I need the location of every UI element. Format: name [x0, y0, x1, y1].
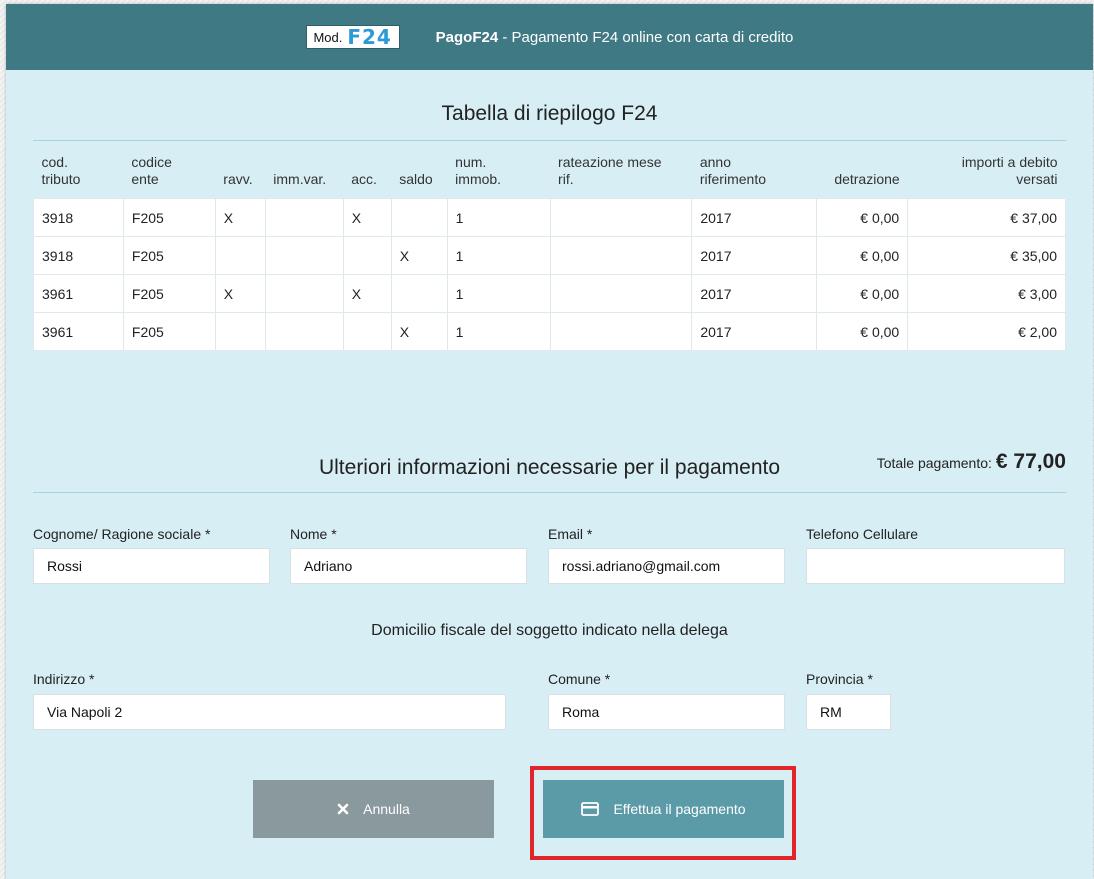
cell-codice-ente: F205 — [122, 312, 216, 351]
col-saldo: saldo — [399, 171, 433, 187]
col-importi: importi a debito versati — [961, 154, 1058, 187]
telefono-field[interactable] — [806, 548, 1065, 584]
cell-codice-ente: F205 — [122, 274, 216, 313]
cell-num-immob: 1 — [446, 312, 551, 351]
col-cod-tributo: cod. tributo — [41, 154, 81, 187]
cell-codice-ente: F205 — [122, 198, 216, 237]
cell-imm-var — [264, 312, 344, 351]
cell-saldo: X — [390, 236, 448, 275]
cell-cod-tributo: 3961 — [33, 274, 124, 313]
cell-rateazione — [549, 312, 693, 351]
payment-card: Mod. F24 PagoF24 - Pagamento F24 online … — [6, 4, 1093, 879]
domicilio-title: Domicilio fiscale del soggetto indicato … — [371, 622, 728, 639]
mod-f24-logo: Mod. F24 — [305, 25, 400, 49]
cell-acc — [342, 236, 392, 275]
cell-anno: 2017 — [691, 312, 818, 351]
summary-header-row: cod. tributo codice ente ravv. imm.var. ac… — [34, 154, 1066, 199]
cancel-button[interactable]: Annulla — [253, 780, 494, 838]
cell-cod-tributo: 3961 — [33, 312, 124, 351]
email-field[interactable]: rossi.adriano@gmail.com — [548, 548, 785, 584]
info-title: Ulteriori informazioni necessarie per il… — [318, 456, 781, 479]
cancel-label: Annulla — [363, 801, 410, 817]
col-imm-var: imm.var. — [273, 171, 327, 187]
cell-acc: X — [342, 274, 392, 313]
cell-acc: X — [342, 198, 392, 237]
cell-acc — [342, 312, 392, 351]
email-label: Email * — [548, 526, 593, 542]
cell-ravv — [214, 312, 266, 351]
cell-anno: 2017 — [691, 274, 818, 313]
cell-ravv: X — [214, 198, 266, 237]
cell-detrazione: € 0,00 — [816, 312, 909, 351]
cell-rateazione — [549, 274, 693, 313]
provincia-label: Provincia * — [806, 671, 873, 687]
telefono-label: Telefono Cellulare — [806, 526, 919, 542]
col-num-immob: num. immob. — [455, 154, 502, 187]
cell-imm-var — [264, 274, 344, 313]
cell-importo: € 2,00 — [907, 312, 1066, 351]
cell-anno: 2017 — [691, 198, 818, 237]
col-detrazione: detrazione — [834, 171, 900, 187]
cell-importo: € 35,00 — [907, 236, 1066, 275]
cell-num-immob: 1 — [446, 236, 551, 275]
table-row: 3961 F205 X 1 2017 € 0,00 € 2,00 — [33, 312, 1066, 351]
cell-saldo: X — [390, 312, 448, 351]
cell-imm-var — [264, 236, 344, 275]
table-row: 3918 F205 X X 1 2017 € 0,00 € 37,00 — [33, 198, 1066, 237]
pay-button[interactable]: Effettua il pagamento — [543, 780, 784, 838]
cell-detrazione: € 0,00 — [816, 198, 909, 237]
brand-name: PagoF24 — [435, 28, 499, 46]
cognome-field[interactable]: Rossi — [33, 548, 270, 584]
logo-mod-text: Mod. — [313, 29, 343, 45]
close-icon — [337, 803, 349, 815]
header-bar: Mod. F24 PagoF24 - Pagamento F24 online … — [6, 4, 1093, 70]
cell-saldo — [390, 274, 448, 313]
cell-num-immob: 1 — [446, 198, 551, 237]
cell-cod-tributo: 3918 — [33, 198, 124, 237]
indirizzo-label: Indirizzo * — [33, 671, 95, 687]
cell-imm-var — [264, 198, 344, 237]
cell-saldo — [390, 198, 448, 237]
summary-divider — [33, 140, 1066, 141]
cell-codice-ente: F205 — [122, 236, 216, 275]
cell-detrazione: € 0,00 — [816, 274, 909, 313]
col-acc: acc. — [351, 171, 377, 187]
comune-label: Comune * — [548, 671, 611, 687]
cognome-label: Cognome/ Ragione sociale * — [33, 526, 211, 542]
header-tagline: - Pagamento F24 online con carta di cred… — [498, 28, 794, 46]
table-row: 3961 F205 X X 1 2017 € 0,00 € 3,00 — [33, 274, 1066, 313]
cell-rateazione — [549, 236, 693, 275]
cell-importo: € 3,00 — [907, 274, 1066, 313]
indirizzo-field[interactable]: Via Napoli 2 — [33, 694, 506, 730]
info-divider — [33, 492, 1066, 493]
provincia-field[interactable]: RM — [806, 694, 891, 730]
pay-label: Effettua il pagamento — [613, 801, 746, 817]
cell-rateazione — [549, 198, 693, 237]
summary-title: Tabella di riepilogo F24 — [441, 102, 658, 125]
col-ravv: ravv. — [223, 171, 253, 187]
comune-field[interactable]: Roma — [548, 694, 785, 730]
cell-ravv: X — [214, 274, 266, 313]
cell-ravv — [214, 236, 266, 275]
logo-f24-text: F24 — [347, 25, 392, 49]
summary-table: cod. tributo codice ente ravv. imm.var. ac… — [33, 154, 1066, 351]
table-row: 3918 F205 X 1 2017 € 0,00 € 35,00 — [33, 236, 1066, 275]
nome-field[interactable]: Adriano — [290, 548, 527, 584]
cell-anno: 2017 — [691, 236, 818, 275]
col-rateazione: rateazione mese rif. — [558, 154, 662, 187]
cell-num-immob: 1 — [446, 274, 551, 313]
col-codice-ente: codice ente — [131, 154, 172, 187]
col-anno: anno riferimento — [699, 154, 766, 187]
cell-cod-tributo: 3918 — [33, 236, 124, 275]
cell-importo: € 37,00 — [907, 198, 1066, 237]
nome-label: Nome * — [290, 526, 337, 542]
cell-detrazione: € 0,00 — [816, 236, 909, 275]
credit-card-icon — [581, 802, 600, 816]
